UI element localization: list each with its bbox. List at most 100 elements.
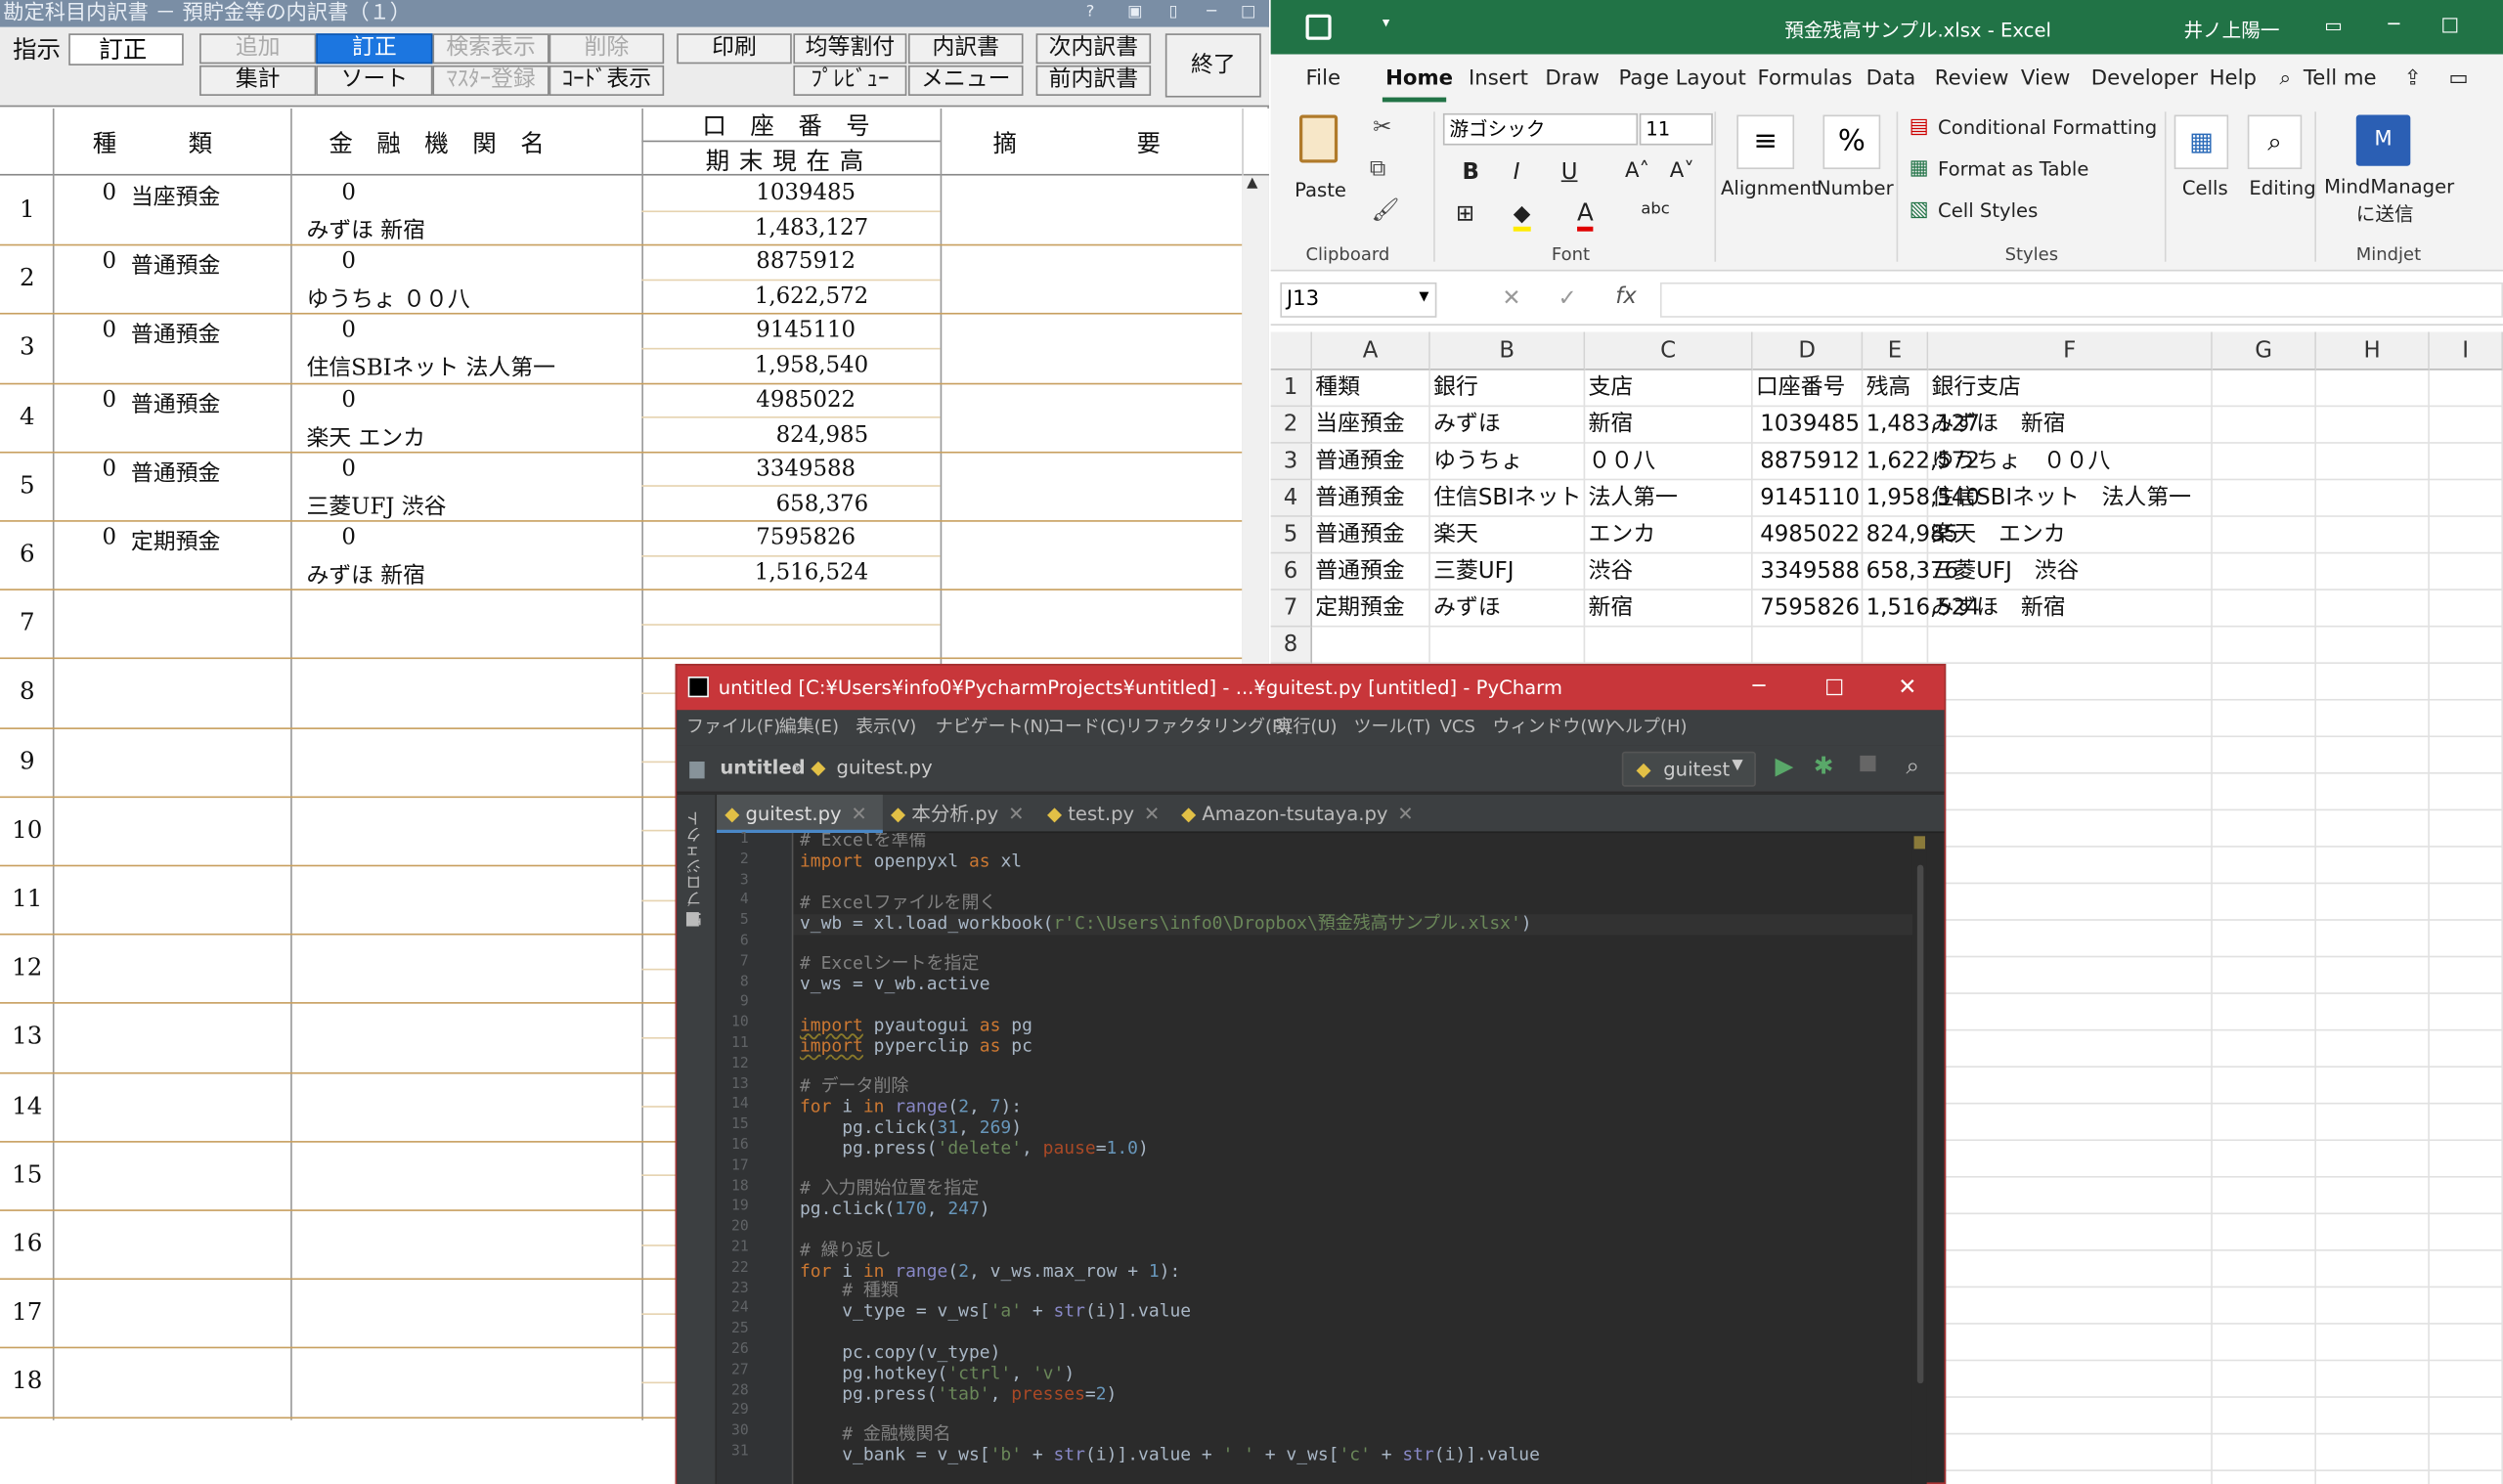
menu-file[interactable]: ファイル(F) bbox=[686, 710, 780, 745]
copy-icon[interactable]: ⧉ bbox=[1370, 156, 1385, 182]
italic-icon[interactable]: I bbox=[1514, 159, 1520, 185]
account-cell[interactable]: 8875912 bbox=[645, 249, 856, 275]
column-header[interactable]: F bbox=[1928, 331, 2213, 371]
account-cell[interactable]: 1039485 bbox=[645, 180, 856, 205]
tab-guitest[interactable]: ◆ guitest.py ✕ bbox=[717, 794, 883, 834]
excel-cell[interactable]: 7595826 bbox=[1753, 590, 1864, 628]
row-header[interactable]: 4 bbox=[1270, 480, 1313, 517]
menu-code[interactable]: コード(C) bbox=[1047, 710, 1125, 745]
percent-icon[interactable]: % bbox=[1822, 114, 1881, 170]
balance-cell[interactable]: 1,958,540 bbox=[645, 353, 868, 378]
kind-cell[interactable]: 普通預金 bbox=[131, 318, 220, 350]
print-button[interactable]: 印刷 bbox=[677, 33, 792, 65]
phonetic-icon[interactable]: abc bbox=[1641, 201, 1669, 219]
total-button[interactable]: 集計 bbox=[199, 65, 317, 96]
scroll-up-icon[interactable]: ▲ bbox=[1247, 176, 1257, 192]
borders-icon[interactable]: ⊞ bbox=[1456, 201, 1474, 227]
grow-font-icon[interactable]: A˄ bbox=[1625, 159, 1649, 183]
name-box-dropdown-icon[interactable]: ▼ bbox=[1419, 288, 1428, 303]
bank-name-cell[interactable]: みずほ 新宿 bbox=[306, 558, 425, 590]
excel-cell[interactable]: 1,622,572 bbox=[1863, 444, 1980, 481]
paste-icon[interactable] bbox=[1298, 114, 1339, 163]
tab-test[interactable]: ◆ test.py ✕ bbox=[1039, 795, 1173, 833]
project-tool-strip[interactable]: 1: プロジェクト ▆ bbox=[677, 794, 718, 1484]
cut-icon[interactable]: ✂ bbox=[1373, 115, 1391, 141]
balance-cell[interactable]: 1,483,127 bbox=[645, 215, 868, 240]
editor-scrollbar[interactable] bbox=[1911, 833, 1927, 1484]
run-config-select[interactable]: ◆ guitest ▼ bbox=[1621, 751, 1756, 787]
excel-cell[interactable]: 1039485 bbox=[1753, 407, 1864, 444]
account-cell[interactable]: 7595826 bbox=[645, 525, 856, 550]
format-as-table-button[interactable]: Format as Table bbox=[1938, 158, 2088, 181]
row-header[interactable]: 6 bbox=[1270, 553, 1313, 590]
conditional-formatting-icon[interactable]: ▤ bbox=[1910, 115, 1929, 139]
preview-button[interactable]: ﾌﾟﾚﾋﾞｭｰ bbox=[793, 65, 907, 96]
tab-honbunseki[interactable]: ◆ 本分析.py ✕ bbox=[883, 795, 1039, 833]
bank-name-cell[interactable]: 住信SBIネット 法人第一 bbox=[306, 352, 554, 384]
kind-code-cell[interactable]: 0 bbox=[102, 180, 116, 205]
warning-marker-icon[interactable] bbox=[1913, 836, 1925, 850]
tab-formulas[interactable]: Formulas bbox=[1758, 67, 1853, 91]
kind-code-cell[interactable]: 0 bbox=[102, 387, 116, 413]
account-cell[interactable]: 3349588 bbox=[645, 456, 856, 481]
bank-name-cell[interactable]: 三菱UFJ 渋谷 bbox=[306, 490, 446, 522]
kind-cell[interactable]: 普通預金 bbox=[131, 456, 220, 488]
bank-code-cell[interactable]: 0 bbox=[341, 525, 356, 550]
tab-draw[interactable]: Draw bbox=[1545, 67, 1599, 91]
menu-tools[interactable]: ツール(T) bbox=[1353, 710, 1430, 745]
correct-button[interactable]: 訂正 bbox=[316, 33, 433, 65]
enter-icon[interactable]: ✓ bbox=[1558, 285, 1576, 311]
underline-icon[interactable]: U bbox=[1561, 159, 1578, 185]
excel-cell[interactable]: 658,376 bbox=[1863, 553, 1959, 590]
kind-cell[interactable]: 当座預金 bbox=[131, 180, 220, 212]
shiji-input[interactable]: 訂正 bbox=[68, 33, 184, 65]
tab-insert[interactable]: Insert bbox=[1469, 67, 1528, 91]
kind-cell[interactable]: 定期預金 bbox=[131, 525, 220, 557]
stop-icon[interactable]: ■ bbox=[1858, 752, 1877, 775]
alignment-button[interactable]: Alignment bbox=[1721, 177, 1819, 199]
equal-split-button[interactable]: 均等割付 bbox=[793, 33, 907, 65]
excel-cell[interactable]: 三菱UFJ 渋谷 bbox=[1928, 553, 2503, 590]
minimize-icon[interactable]: ─ bbox=[1201, 2, 1223, 24]
cells-button[interactable]: Cells bbox=[2182, 177, 2228, 199]
column-header[interactable]: A bbox=[1312, 331, 1430, 371]
column-header[interactable]: E bbox=[1863, 331, 1929, 371]
search-display-button[interactable]: 検索表示 bbox=[432, 33, 549, 65]
pc-minimize-icon[interactable]: ─ bbox=[1753, 666, 1766, 711]
excel-minimize-icon[interactable]: ─ bbox=[2388, 13, 2399, 35]
next-uchiwakesho-button[interactable]: 次内訳書 bbox=[1035, 33, 1152, 65]
close-tab-icon[interactable]: ✕ bbox=[1008, 803, 1024, 825]
share-icon[interactable]: ⇪ bbox=[2404, 67, 2422, 91]
bank-name-cell[interactable]: 楽天 エンカ bbox=[306, 420, 425, 453]
font-name-box[interactable]: 游ゴシック bbox=[1442, 112, 1639, 146]
editor-scroll-thumb[interactable] bbox=[1916, 864, 1924, 1384]
close-tab-icon[interactable]: ✕ bbox=[1397, 803, 1413, 825]
tab-developer[interactable]: Developer bbox=[2091, 67, 2198, 91]
row-header[interactable]: 8 bbox=[1270, 627, 1313, 665]
alignment-icon[interactable]: ≡ bbox=[1736, 114, 1795, 170]
restore-icon[interactable]: ▣ bbox=[1123, 2, 1146, 24]
tab-tell-me[interactable]: Tell me bbox=[2304, 67, 2377, 91]
row-header[interactable]: 3 bbox=[1270, 443, 1313, 481]
code-editor[interactable]: # Excelを準備 import openpyxl as xl # Excel… bbox=[793, 833, 1927, 1484]
kind-cell[interactable]: 普通預金 bbox=[131, 249, 220, 282]
row-header[interactable]: 7 bbox=[1270, 589, 1313, 628]
bold-icon[interactable]: B bbox=[1463, 159, 1479, 185]
paste-button[interactable]: Paste bbox=[1295, 179, 1346, 201]
cancel-icon[interactable]: ✕ bbox=[1502, 285, 1520, 311]
row-header[interactable]: 2 bbox=[1270, 407, 1313, 444]
maximize-icon[interactable]: □ bbox=[1237, 2, 1259, 24]
tab-data[interactable]: Data bbox=[1866, 67, 1916, 91]
excel-cell[interactable]: 楽天 エンカ bbox=[1928, 517, 2503, 554]
excel-cell[interactable]: みずほ 新宿 bbox=[1928, 407, 2503, 444]
bank-name-cell[interactable]: みずほ 新宿 bbox=[306, 214, 425, 246]
excel-cell[interactable]: 住信SBIネット 法人第一 bbox=[1928, 480, 2503, 517]
kind-code-cell[interactable]: 0 bbox=[102, 318, 116, 343]
add-button[interactable]: 追加 bbox=[199, 33, 317, 65]
balance-cell[interactable]: 1,516,524 bbox=[645, 560, 868, 586]
menu-navigate[interactable]: ナビゲート(N) bbox=[936, 710, 1050, 745]
bank-code-cell[interactable]: 0 bbox=[341, 180, 356, 205]
menu-run[interactable]: 実行(U) bbox=[1275, 710, 1337, 745]
comments-icon[interactable]: ▭ bbox=[2448, 67, 2468, 91]
menu-refactor[interactable]: リファクタリング(R) bbox=[1125, 710, 1291, 745]
